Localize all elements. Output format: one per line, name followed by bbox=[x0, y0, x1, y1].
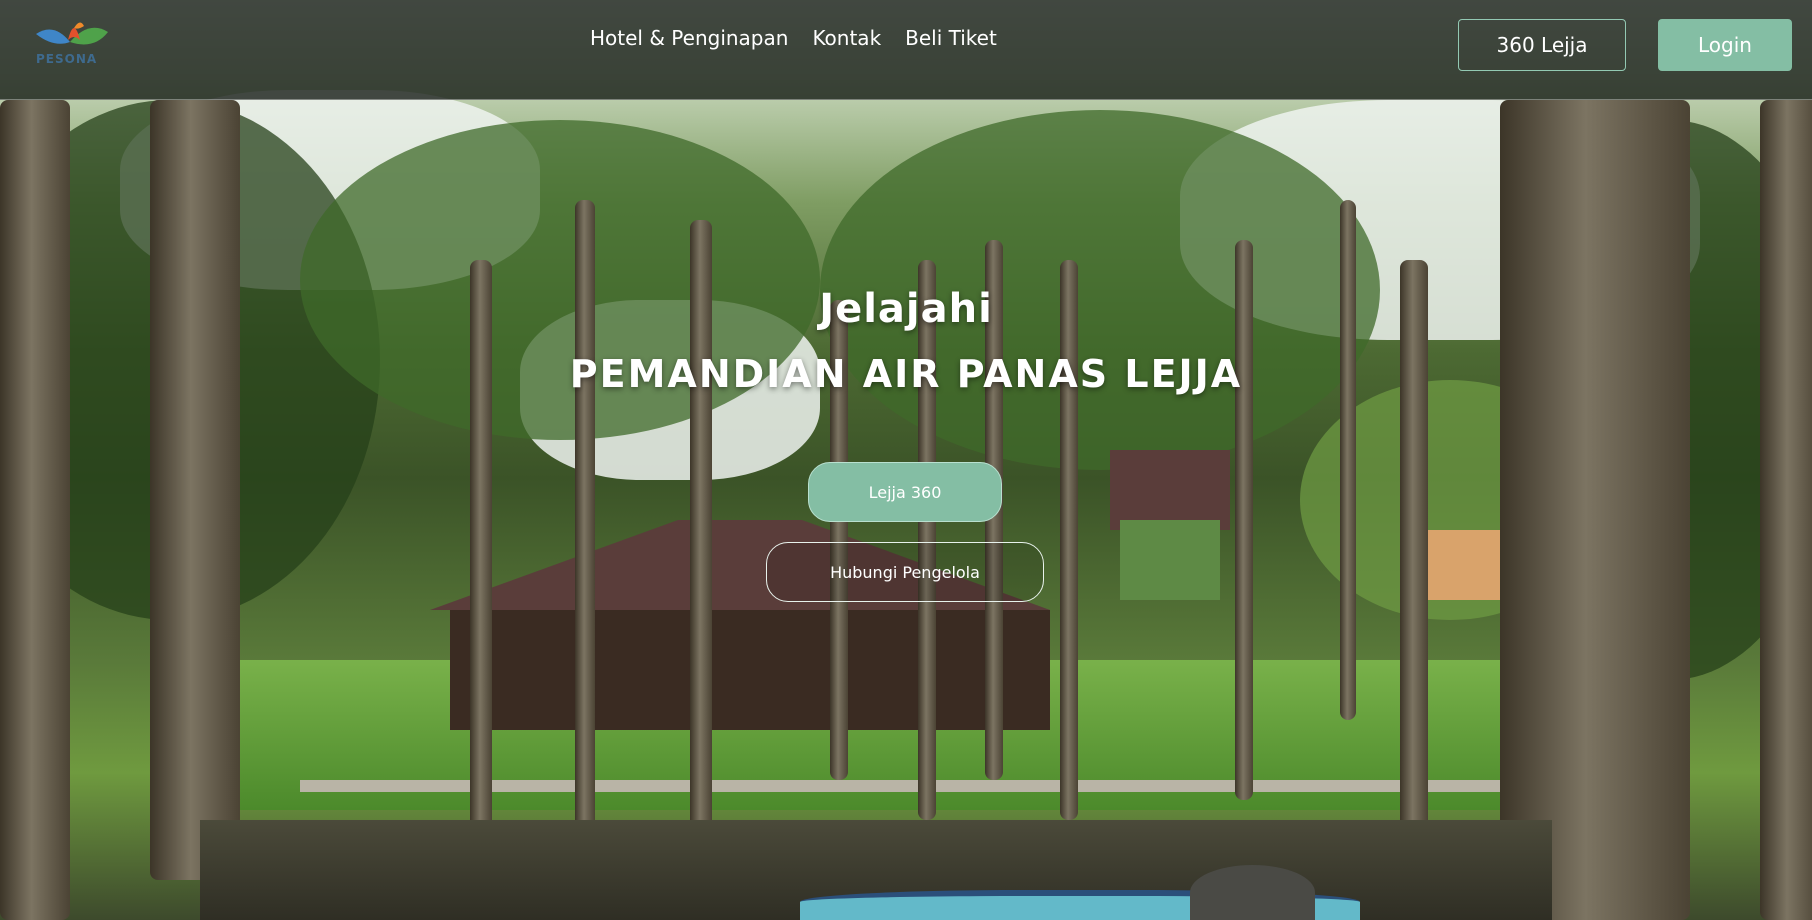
lejja-360-button[interactable]: Lejja 360 bbox=[808, 462, 1002, 522]
main-nav: Hotel & Penginapan Kontak Beli Tiket bbox=[590, 26, 997, 50]
nav-kontak[interactable]: Kontak bbox=[812, 26, 881, 50]
hero-title: Jelajahi bbox=[819, 286, 993, 332]
login-button[interactable]: Login bbox=[1658, 19, 1792, 71]
nav-beli-tiket[interactable]: Beli Tiket bbox=[905, 26, 997, 50]
logo-text: PESONA bbox=[36, 52, 98, 66]
hero-subtitle: PEMANDIAN AIR PANAS LEJJA bbox=[569, 352, 1243, 396]
contact-manager-button[interactable]: Hubungi Pengelola bbox=[766, 542, 1044, 602]
nav-hotel[interactable]: Hotel & Penginapan bbox=[590, 26, 788, 50]
lejja-360-nav-button[interactable]: 360 Lejja bbox=[1458, 19, 1626, 71]
navbar: PESONA Hotel & Penginapan Kontak Beli Ti… bbox=[0, 0, 1812, 100]
hero-content: Jelajahi PEMANDIAN AIR PANAS LEJJA Lejja… bbox=[0, 0, 1812, 920]
